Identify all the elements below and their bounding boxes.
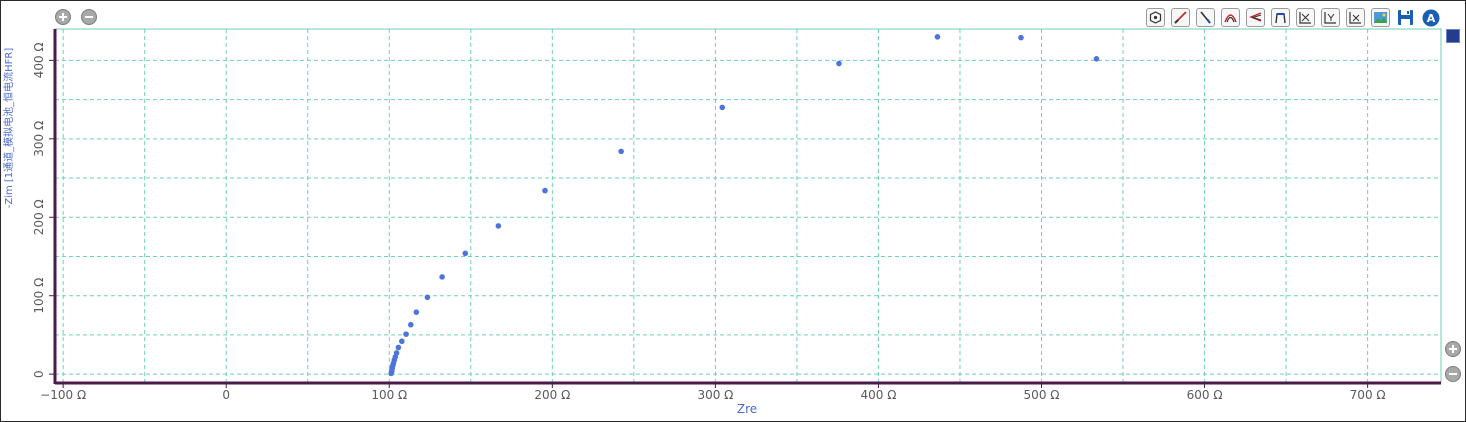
x-tick-label: 300 Ω [697,388,733,402]
data-point [413,309,420,315]
data-point [403,331,409,337]
x-tick-label: 200 Ω [534,388,570,402]
x-tick-label: 600 Ω [1187,388,1223,402]
data-point [1093,56,1100,62]
y-tick-label: 0 [32,370,46,378]
data-point [542,187,548,194]
x-tick-label: −100 Ω [40,388,86,402]
data-point [393,350,400,356]
axes [49,29,1441,388]
data-point [399,338,405,345]
x-tick-label: 500 Ω [1024,388,1060,402]
y-tick-label: 300 Ω [32,121,46,157]
y-tick-label: 100 Ω [32,278,46,314]
data-point [618,148,624,155]
data-point [462,250,469,257]
data-point [424,294,431,301]
data-point [934,34,941,40]
data-point [836,60,842,67]
data-point [439,274,445,280]
x-axis-title: Zre [737,402,757,416]
data-point [719,104,726,111]
x-tick-label: 700 Ω [1350,388,1386,402]
data-points [388,34,1100,377]
data-point [395,344,402,351]
x-tick-label: 400 Ω [861,388,897,402]
data-point [495,223,502,229]
x-tick-label: 100 Ω [371,388,407,402]
x-tick-label: 0 [222,388,230,402]
data-point [1018,34,1024,41]
chart: −100 Ω 0 100 Ω 200 Ω 300 Ω 400 Ω 500 Ω 600 Ω 700… [2,28,1442,416]
y-tick-label: 400 Ω [32,42,46,78]
grid [54,28,1442,383]
y-axis-title: -Zim [1通道_模拟电池_恒电流HFR] [2,48,15,209]
data-point [407,321,414,328]
plot-border [54,28,1442,383]
tick-labels: −100 Ω 0 100 Ω 200 Ω 300 Ω 400 Ω 500 Ω 600 Ω 700… [32,42,1386,402]
y-tick-label: 200 Ω [32,199,46,235]
